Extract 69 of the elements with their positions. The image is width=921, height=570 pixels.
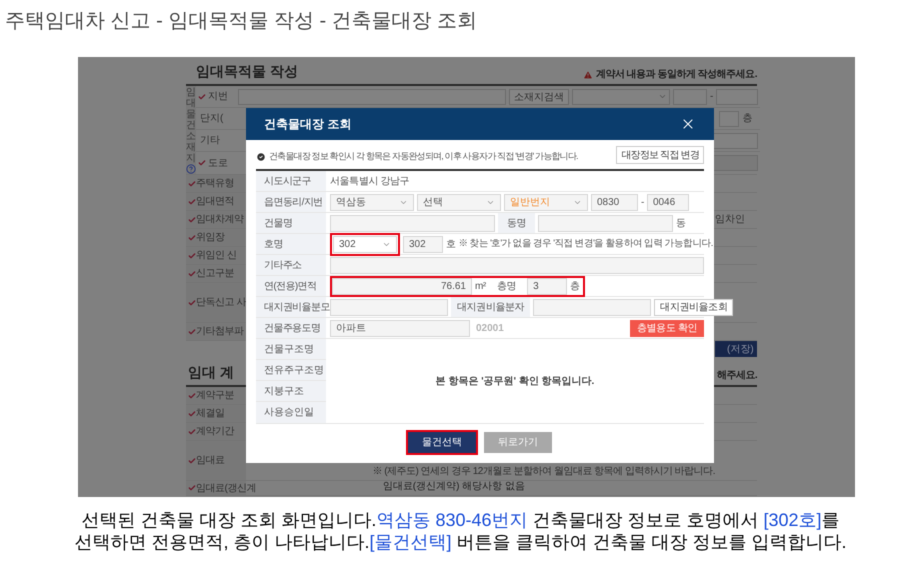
section-title: 임대 계 <box>188 363 234 382</box>
input-field[interactable]: 0046 <box>646 194 689 210</box>
field-label: 대지권비율분자 <box>451 297 530 317</box>
row-label: 건물구조명 <box>256 339 326 360</box>
row-label: 사용승인일 <box>256 402 326 423</box>
field-label: 신고구분 <box>196 267 234 281</box>
select-field[interactable]: 역삼동 <box>330 194 414 210</box>
input-field[interactable]: 76.61 <box>332 278 472 294</box>
row-label: 시도시군구 <box>256 171 326 191</box>
note-text: ※ (제주도) 연세의 경우 12개월로 분할하여 월임대료 항목에 입력하시기 바랍니다. <box>372 465 715 479</box>
field-label: 임대차계약 <box>196 213 244 227</box>
input-field[interactable]: 0830 <box>591 194 638 210</box>
unit-text: 동 <box>676 216 686 230</box>
field-label: 위임인 신 <box>196 249 236 263</box>
row-label: 지붕구조 <box>256 381 326 402</box>
ratio-lookup-button[interactable]: 대지권비율조회 <box>654 298 734 316</box>
field-value: 임대료(갱신계약) 해당사항 없음 <box>382 480 525 494</box>
floor-use-button[interactable]: 층별용도 확인 <box>630 320 704 336</box>
code-text: 02001 <box>476 322 504 336</box>
section-title: 임대목적물 작성 <box>196 62 298 81</box>
field-label: 단독신고 사 <box>196 296 246 310</box>
official-notice: 본 항목은 '공무원' 확인 항목입니다. <box>436 374 594 388</box>
field-value: 서울특별시 강남구 <box>330 174 410 188</box>
row-label: 기타주소 <box>256 255 326 275</box>
direct-edit-button[interactable]: 대장정보 직접 변경 <box>616 146 704 164</box>
field-label: 기타 <box>200 134 220 148</box>
address-search-button[interactable]: 소재지검색 <box>509 88 569 104</box>
field-label: 단지( <box>200 112 224 126</box>
select-field[interactable]: 302 <box>333 236 397 252</box>
dialog-title: 건축물대장 조회 <box>264 116 352 133</box>
row-label: 건물주용도명 <box>256 318 326 338</box>
unit-text: m² <box>475 280 486 294</box>
field-label: 주택유형 <box>196 177 234 191</box>
input-field[interactable]: 3 <box>527 278 568 294</box>
field-label: 동명 <box>498 213 536 233</box>
field-label: 도로 <box>208 156 228 170</box>
field-label: 계약기간 <box>196 425 234 439</box>
field-label: 임대료 <box>196 454 224 468</box>
dash-text: - <box>641 196 644 210</box>
row-label: 건물명 <box>256 213 326 233</box>
field-label: 계약구분 <box>196 389 234 403</box>
save-button[interactable]: (저장) <box>715 341 757 357</box>
warning-text: 계약서 내용과 동일하게 작성해주세요. <box>596 68 757 82</box>
unit-text: 호 <box>446 238 456 252</box>
field-label: 임대면적 <box>196 195 234 209</box>
row-label: 연(전용)면적 <box>256 276 326 296</box>
field-label: 기타첨부파 <box>196 325 244 339</box>
group-label: 임대물건소재지 <box>186 87 196 164</box>
field-label: 임대료(갱신계 <box>196 482 256 496</box>
info-text: 건축물대장 정보 확인시 각 항목은 자동완성되며, 이후 사용자가 직접 '변경' 가능합니다. <box>269 150 578 164</box>
note-text: ※ 찾는 '호'가 없을 경우 '직접 변경'을 활용하여 입력 가능합니다. <box>458 236 713 251</box>
field-label: 위임장 <box>196 231 224 245</box>
dash-text: - <box>710 90 714 104</box>
select-item-button[interactable]: 물건선택 <box>408 432 476 453</box>
warning-text: 해주세요. <box>717 369 757 383</box>
field-label: 체결일 <box>196 407 224 421</box>
row-label: 호명 <box>256 234 326 254</box>
unit-text: 층 <box>742 112 752 126</box>
row-label: 읍면동리/지번 <box>256 192 326 212</box>
input-field[interactable]: 아파트 <box>330 320 470 336</box>
unit-text: 층 <box>570 280 580 294</box>
select-field[interactable]: 선택 <box>417 194 501 210</box>
row-label: 전유주구조명 <box>256 360 326 381</box>
page-title: 주택임대차 신고 - 임대목적물 작성 - 건축물대장 조회 <box>5 9 478 34</box>
caption-text: 선택된 건축물 대장 조회 화면입니다.역삼동 830-46번지 건축물대장 정보로 호명에서 [302호]를 선택하면 전용면적, 층이 나타납니다.[물건선택] 버튼을 클릭하여 건축물 대장 정보를 입력합니다. <box>73 509 848 553</box>
field-label: 임차인 <box>715 213 745 227</box>
input-field[interactable]: 302 <box>403 236 443 252</box>
field-label: 지번 <box>208 90 228 104</box>
field-label: 층명 <box>496 280 518 294</box>
